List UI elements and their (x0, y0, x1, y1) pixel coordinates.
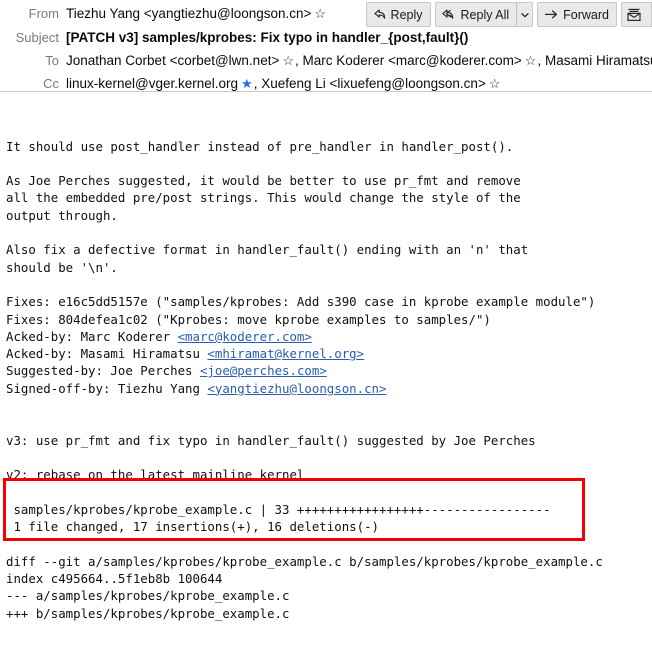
body-line: index c495664..5f1eb8b 100644 (6, 570, 652, 587)
body-line-text: --- a/samples/kprobes/kprobe_example.c (6, 588, 290, 604)
body-line-text: Signed-off-by: Tiezhu Yang (6, 380, 208, 396)
forward-button-label: Forward (563, 7, 609, 22)
body-line (6, 484, 652, 501)
body-line: As Joe Perches suggested, it would be be… (6, 172, 652, 189)
body-line (6, 449, 652, 466)
cc-value: linux-kernel@vger.kernel.org ★, Xuefeng L… (66, 74, 501, 93)
body-line-text: diff --git a/samples/kprobes/kprobe_exam… (6, 553, 603, 569)
from-address: Tiezhu Yang <yangtiezhu@loongson.cn> (66, 6, 312, 21)
header-row-to: To Jonathan Corbet <corbet@lwn.net> ☆, Ma… (0, 51, 652, 74)
subject-value: [PATCH v3] samples/kprobes: Fix typo in … (66, 30, 469, 45)
email-link[interactable]: <mhiramat@kernel.org> (207, 346, 364, 361)
reply-arrow-icon (373, 8, 387, 21)
body-line: Fixes: 804defea1c02 ("Kprobes: move kpro… (6, 311, 652, 328)
to-value: Jonathan Corbet <corbet@lwn.net> ☆, Marc … (66, 51, 652, 70)
archive-icon (627, 8, 642, 22)
to-recipient-2: , Marc Koderer <marc@koderer.com> (295, 53, 522, 68)
star-filled-icon[interactable]: ★ (241, 74, 253, 93)
reply-all-group: Reply All (434, 2, 534, 27)
forward-button[interactable]: Forward (537, 2, 617, 27)
body-line-text: Fixes: e16c5dd5157e ("samples/kprobes: A… (6, 294, 596, 310)
body-line: all the embedded pre/post strings. This … (6, 189, 652, 206)
forward-arrow-icon (544, 8, 559, 21)
body-line-text: index c495664..5f1eb8b 100644 (6, 571, 223, 587)
from-value: Tiezhu Yang <yangtiezhu@loongson.cn> ☆ (66, 4, 327, 23)
reply-button[interactable]: Reply (365, 2, 431, 27)
body-line: samples/kprobes/kprobe_example.c | 33 ++… (6, 501, 652, 518)
reply-all-dropdown-button[interactable] (516, 2, 534, 27)
message-body: It should use post_handler instead of pr… (0, 92, 652, 657)
reply-all-arrow-icon (441, 8, 457, 21)
body-line: Acked-by: Masami Hiramatsu <mhiramat@ker… (6, 345, 652, 362)
body-line-text: 1 file changed, 17 insertions(+), 16 del… (6, 519, 379, 535)
body-line-text: v2: rebase on the latest mainline kernel (6, 467, 305, 483)
body-line: --- a/samples/kprobes/kprobe_example.c (6, 587, 652, 604)
cc-recipient-2: , Xuefeng Li <lixuefeng@loongson.cn> (253, 76, 486, 91)
body-line-text: output through. (6, 207, 118, 223)
body-line: diff --git a/samples/kprobes/kprobe_exam… (6, 553, 652, 570)
body-line: output through. (6, 207, 652, 224)
star-icon[interactable]: ☆ (525, 51, 537, 70)
header-row-subject: Subject [PATCH v3] samples/kprobes: Fix … (0, 28, 652, 51)
from-label: From (28, 6, 59, 21)
body-line-text: As Joe Perches suggested, it would be be… (6, 173, 521, 189)
body-line: It should use post_handler instead of pr… (6, 138, 652, 155)
body-line-text: It should use post_handler instead of pr… (6, 138, 514, 154)
body-line: 1 file changed, 17 insertions(+), 16 del… (6, 518, 652, 535)
body-line-text: +++ b/samples/kprobes/kprobe_example.c (6, 605, 290, 621)
cc-label: Cc (43, 76, 59, 91)
email-link[interactable]: <joe@perches.com> (200, 363, 327, 378)
body-line: v2: rebase on the latest mainline kernel (6, 466, 652, 483)
body-line (6, 155, 652, 172)
to-label: To (45, 53, 59, 68)
body-line-text: Acked-by: Marc Koderer (6, 328, 178, 344)
body-line (6, 397, 652, 414)
message-header: Reply Reply All Forward From Tiezhu Yang… (0, 0, 652, 92)
reply-all-button[interactable]: Reply All (434, 2, 517, 27)
body-line (6, 414, 652, 431)
body-line: Also fix a defective format in handler_f… (6, 241, 652, 258)
chevron-down-icon (520, 10, 529, 20)
reply-all-button-label: Reply All (460, 7, 510, 22)
star-icon[interactable]: ☆ (282, 51, 294, 70)
body-line-text: all the embedded pre/post strings. This … (6, 190, 521, 206)
star-icon[interactable]: ☆ (314, 4, 326, 23)
body-line-text: samples/kprobes/kprobe_example.c | 33 ++… (6, 501, 551, 517)
subject-label: Subject (15, 30, 59, 45)
body-line-text: Fixes: 804defea1c02 ("Kprobes: move kpro… (6, 311, 491, 327)
archive-button[interactable] (621, 2, 652, 27)
cc-recipient-1: linux-kernel@vger.kernel.org (66, 76, 239, 91)
body-line: v3: use pr_fmt and fix typo in handler_f… (6, 432, 652, 449)
email-link[interactable]: <marc@koderer.com> (178, 329, 312, 344)
body-line (6, 535, 652, 552)
body-line: +++ b/samples/kprobes/kprobe_example.c (6, 605, 652, 622)
body-line: Fixes: e16c5dd5157e ("samples/kprobes: A… (6, 293, 652, 310)
body-line (6, 224, 652, 241)
to-recipient-3: , Masami Hiramatsu <mhiramat@k (537, 53, 652, 68)
body-line-text: Acked-by: Masami Hiramatsu (6, 346, 208, 362)
body-line: Signed-off-by: Tiezhu Yang <yangtiezhu@l… (6, 380, 652, 397)
body-line-text: Also fix a defective format in handler_f… (6, 242, 529, 258)
body-line (6, 276, 652, 293)
body-line-text: v3: use pr_fmt and fix typo in handler_f… (6, 432, 536, 448)
to-recipient-1: Jonathan Corbet <corbet@lwn.net> (66, 53, 280, 68)
body-line-text: Suggested-by: Joe Perches (6, 363, 200, 379)
body-line: should be '\n'. (6, 259, 652, 276)
message-body-lines: It should use post_handler instead of pr… (6, 138, 652, 622)
star-icon[interactable]: ☆ (489, 74, 501, 93)
body-line-text: should be '\n'. (6, 259, 118, 275)
message-toolbar: Reply Reply All Forward (365, 2, 652, 27)
reply-button-label: Reply (390, 7, 423, 22)
body-line: Suggested-by: Joe Perches <joe@perches.c… (6, 362, 652, 379)
body-line: Acked-by: Marc Koderer <marc@koderer.com… (6, 328, 652, 345)
email-link[interactable]: <yangtiezhu@loongson.cn> (207, 381, 386, 396)
